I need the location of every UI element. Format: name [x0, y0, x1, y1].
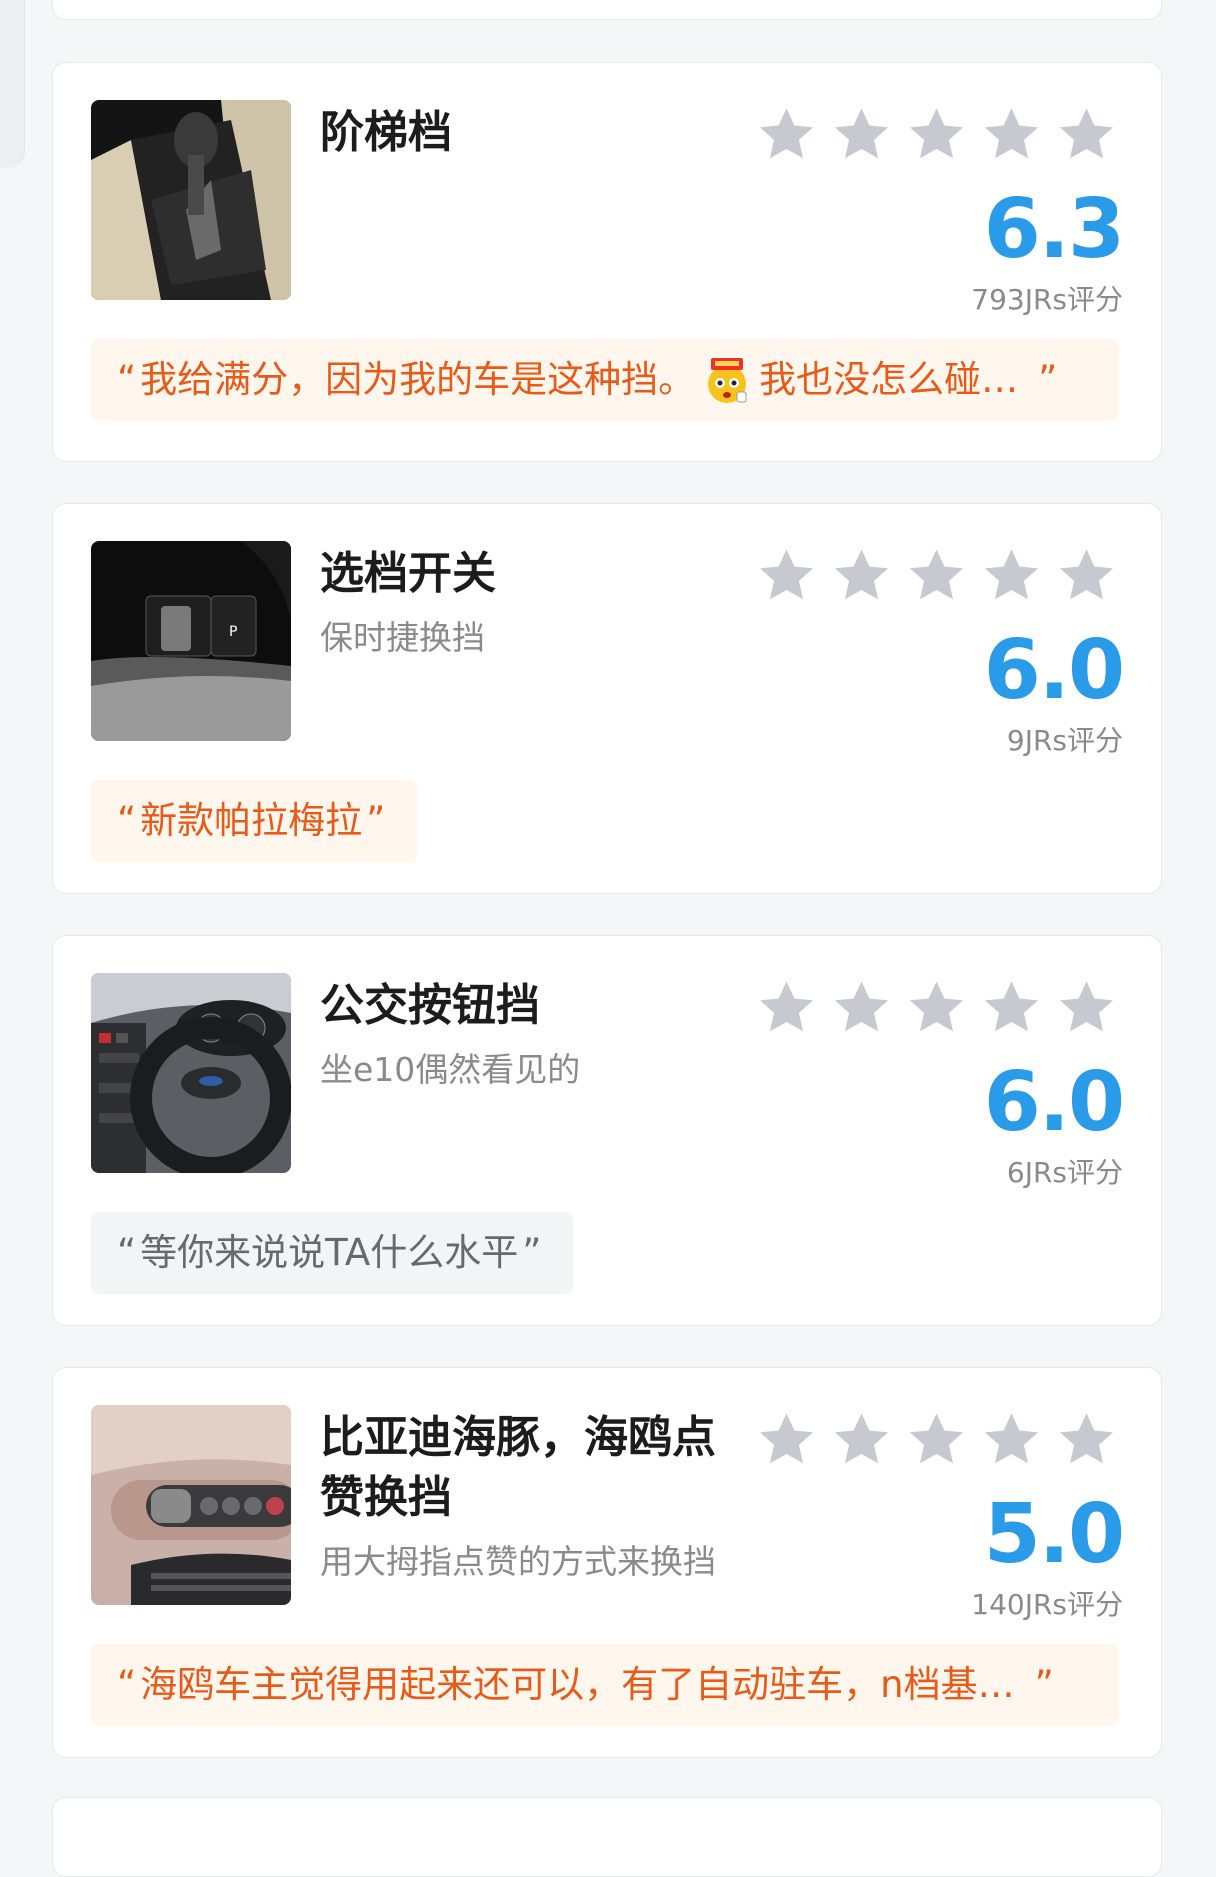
top-comment[interactable]: “ 新款帕拉梅拉 ” [91, 780, 418, 862]
close-quote: ” [366, 799, 386, 842]
star-rating[interactable] [754, 1408, 1119, 1473]
star-icon[interactable] [1054, 544, 1119, 609]
top-comment[interactable]: “ 我给满分，因为我的车是这种挡。 我也没怎么碰… ” [91, 339, 1119, 421]
star-icon[interactable] [1054, 1408, 1119, 1473]
average-score: 6.3 [983, 182, 1125, 277]
top-comment[interactable]: “ 海鸥车主觉得用起来还可以，有了自动驻车，n档基… ” [91, 1644, 1119, 1726]
rating-count: 793JRs评分 [971, 283, 1123, 316]
svg-text:P: P [229, 624, 237, 640]
star-icon[interactable] [1054, 103, 1119, 168]
next-card[interactable] [52, 1797, 1162, 1877]
star-icon[interactable] [754, 976, 819, 1041]
comment-text: 等你来说说TA什么水平 [140, 1231, 519, 1274]
star-icon[interactable] [829, 103, 894, 168]
item-subtitle: 用大拇指点赞的方式来换挡 [320, 1542, 716, 1581]
star-icon[interactable] [979, 1408, 1044, 1473]
star-icon[interactable] [829, 1408, 894, 1473]
comment-prompt[interactable]: “ 等你来说说TA什么水平 ” [91, 1212, 574, 1294]
open-quote: “ [117, 358, 137, 401]
previous-card[interactable] [52, 0, 1162, 20]
gear-selector-thumbnail[interactable]: P [91, 541, 291, 741]
bus-dashboard-thumbnail[interactable] [91, 973, 291, 1173]
star-icon[interactable] [829, 544, 894, 609]
star-icon[interactable] [1054, 976, 1119, 1041]
item-subtitle: 保时捷换挡 [320, 618, 485, 657]
star-icon[interactable] [979, 103, 1044, 168]
gear-shifter-thumbnail[interactable] [91, 100, 291, 300]
open-quote: “ [117, 1231, 137, 1274]
rating-card[interactable]: 阶梯档 6.3 793JRs评分 “ 我给满分，因为我的车是这种挡。 我也没怎么… [52, 62, 1162, 462]
open-quote: “ [117, 799, 137, 842]
star-icon[interactable] [979, 976, 1044, 1041]
item-title: 选档开关 [320, 548, 496, 599]
star-rating[interactable] [754, 544, 1119, 609]
item-title: 公交按钮挡 [320, 980, 540, 1031]
open-quote: “ [117, 1663, 137, 1706]
star-icon[interactable] [754, 1408, 819, 1473]
byd-button-shifter-thumbnail[interactable] [91, 1405, 291, 1605]
average-score: 6.0 [983, 1055, 1125, 1150]
rating-count: 6JRs评分 [1006, 1156, 1123, 1189]
close-quote: ” [1038, 358, 1058, 401]
comment-text: 新款帕拉梅拉 [140, 799, 363, 842]
rating-count: 9JRs评分 [1006, 724, 1123, 757]
star-icon[interactable] [904, 976, 969, 1041]
item-subtitle: 坐e10偶然看见的 [320, 1050, 581, 1089]
side-panel-edge [0, 0, 25, 168]
star-icon[interactable] [904, 544, 969, 609]
star-icon[interactable] [979, 544, 1044, 609]
star-icon[interactable] [754, 103, 819, 168]
average-score: 5.0 [983, 1487, 1125, 1582]
rating-count: 140JRs评分 [971, 1588, 1123, 1621]
average-score: 6.0 [983, 623, 1125, 718]
item-title: 阶梯档 [320, 107, 452, 158]
close-quote: ” [1034, 1663, 1054, 1706]
rating-card[interactable]: P 选档开关 保时捷换挡 6.0 9JRs评分 “ 新款帕拉梅拉 ” [52, 503, 1162, 894]
item-title: 比亚迪海豚，海鸥点赞换挡 [320, 1412, 716, 1523]
star-icon[interactable] [829, 976, 894, 1041]
rating-card[interactable]: 比亚迪海豚，海鸥点赞换挡 用大拇指点赞的方式来换挡 5.0 140JRs评分 “… [52, 1367, 1162, 1758]
jiayou-emoji-icon [701, 354, 753, 406]
comment-text: 我给满分，因为我的车是这种挡。 [140, 358, 696, 401]
star-icon[interactable] [904, 103, 969, 168]
star-rating[interactable] [754, 103, 1119, 168]
rating-card[interactable]: 公交按钮挡 坐e10偶然看见的 6.0 6JRs评分 “ 等你来说说TA什么水平… [52, 935, 1162, 1326]
star-icon[interactable] [754, 544, 819, 609]
star-icon[interactable] [904, 1408, 969, 1473]
close-quote: ” [522, 1231, 542, 1274]
star-rating[interactable] [754, 976, 1119, 1041]
comment-text: 海鸥车主觉得用起来还可以，有了自动驻车，n档基… [140, 1663, 1015, 1706]
comment-text-continued: 我也没怎么碰… [759, 358, 1019, 401]
